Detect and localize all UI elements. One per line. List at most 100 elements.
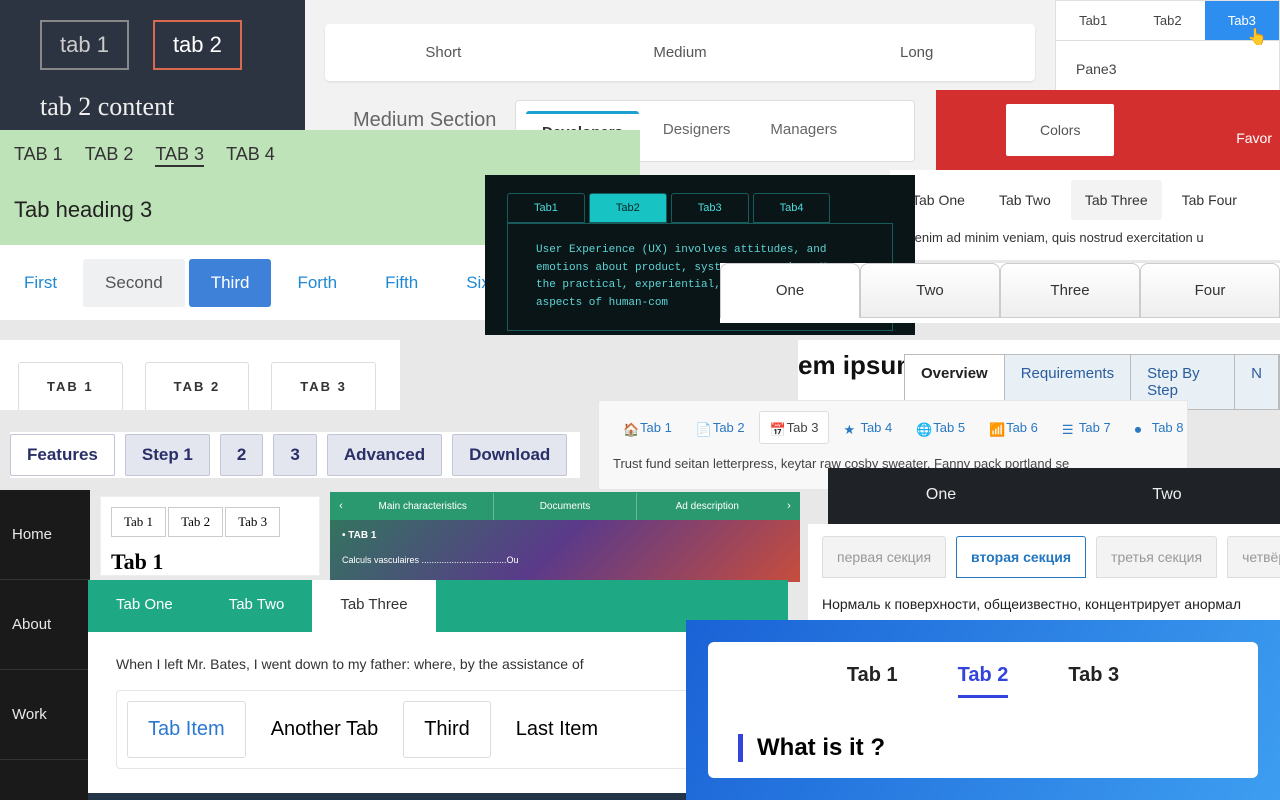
tab4[interactable]: Tab4 [753, 193, 831, 223]
tab-two[interactable]: Tab Two [985, 180, 1065, 220]
tab-four[interactable]: Tab Four [1168, 180, 1251, 220]
tab-advanced[interactable]: Advanced [327, 434, 442, 476]
subtab-managers[interactable]: Managers [754, 111, 853, 151]
tab3[interactable]: Tab 3 [225, 507, 280, 537]
signal-icon: 📶 [989, 422, 1001, 434]
tab-fifth[interactable]: Fifth [363, 259, 440, 307]
tab-main[interactable]: Main characteristics [352, 493, 493, 520]
tab-download[interactable]: Download [452, 434, 567, 476]
panel-russian-sections: первая секция вторая секция третья секци… [808, 524, 1280, 624]
panel-first-sixth: First Second Third Forth Fifth Sixth [0, 245, 485, 320]
tab4[interactable]: ★Tab 4 [833, 411, 902, 444]
tab-item[interactable]: Tab Item [127, 701, 246, 758]
tab-third[interactable]: Third [189, 259, 272, 307]
tab-four[interactable]: Four [1140, 263, 1280, 318]
last-item[interactable]: Last Item [495, 701, 619, 758]
tab1[interactable]: TAB 1 [18, 362, 123, 410]
calendar-icon: 📅 [770, 422, 782, 434]
tab2[interactable]: Tab 2 [168, 507, 223, 537]
pane-content: Pane3 [1056, 41, 1279, 97]
panel-gradient-stepper: ‹ Main characteristics Documents Ad desc… [330, 492, 800, 582]
tab-two[interactable]: Tab Two [201, 580, 313, 632]
tab-features[interactable]: Features [10, 434, 115, 476]
list-icon: ☰ [1062, 422, 1074, 434]
panel-teal-card: Tab One Tab Two Tab Three When I left Mr… [88, 580, 788, 800]
lorem-title: em ipsum [798, 350, 919, 381]
tab3[interactable]: Tab 3 [1068, 664, 1119, 698]
arrow-left-icon[interactable]: ‹ [330, 500, 352, 512]
nav-home[interactable]: Home [0, 490, 90, 580]
home-icon: 🏠 [623, 422, 635, 434]
tab2[interactable]: TAB 2 [85, 144, 134, 167]
tab1[interactable]: 🏠Tab 1 [613, 411, 682, 444]
tab2[interactable]: Tab 2 [958, 664, 1009, 698]
arrow-right-icon[interactable]: › [778, 500, 800, 512]
globe-icon: 🌐 [916, 422, 928, 434]
tab-ad[interactable]: Ad description [636, 493, 778, 520]
tab-fourth-section[interactable]: четвёрт [1227, 536, 1280, 578]
nav-about[interactable]: About [0, 580, 90, 670]
tab-three[interactable]: Tab Three [1071, 180, 1162, 220]
star-icon: ★ [843, 422, 855, 434]
content-text: Ut enim ad minim veniam, quis nostrud ex… [898, 230, 1272, 245]
tab1[interactable]: TAB 1 [14, 144, 63, 167]
tab-first[interactable]: First [2, 259, 79, 307]
tab-two[interactable]: Two [1054, 468, 1280, 524]
tab-documents[interactable]: Documents [493, 493, 635, 520]
tab-second[interactable]: Second [83, 259, 185, 307]
tab-two[interactable]: Two [860, 263, 1000, 318]
tab-three[interactable]: Tab Three [312, 580, 435, 632]
tab-favorites[interactable]: Favor [1236, 130, 1272, 146]
tab1[interactable]: Tab 1 [111, 507, 166, 537]
tab-short[interactable]: Short [325, 24, 562, 81]
tab1[interactable]: Tab 1 [847, 664, 898, 698]
tab-one[interactable]: One [720, 263, 860, 318]
tab-medium[interactable]: Medium [562, 24, 799, 81]
tab-step1[interactable]: Step 1 [125, 434, 210, 476]
tab6[interactable]: 📶Tab 6 [979, 411, 1048, 444]
tab-long[interactable]: Long [798, 24, 1035, 81]
tab1[interactable]: Tab1 [1056, 1, 1130, 40]
panel-tab-one-four: Tab One Tab Two Tab Three Tab Four Ut en… [890, 170, 1280, 260]
panel-serif-tabs: Tab 1 Tab 2 Tab 3 Tab 1 [100, 496, 320, 576]
third[interactable]: Third [403, 701, 491, 758]
tab3[interactable]: 📅Tab 3 [759, 411, 830, 444]
tab2[interactable]: Tab2 [1130, 1, 1204, 40]
tab-second-section[interactable]: вторая секция [956, 536, 1086, 578]
tab3[interactable]: Tab3 [1205, 1, 1279, 40]
tab-third-section[interactable]: третья секция [1096, 536, 1217, 578]
panel-dark-one-two: One Two [828, 468, 1280, 524]
tab-1[interactable]: tab 1 [40, 20, 129, 70]
subtab-label: • TAB 1 [330, 520, 800, 551]
tab5[interactable]: 🌐Tab 5 [906, 411, 975, 444]
tab8[interactable]: ⏺Tab 8 [1125, 411, 1194, 444]
nav-work[interactable]: Work [0, 670, 90, 760]
panel-features-steps: Features Step 1 2 3 Advanced Download [10, 432, 580, 478]
heading: Tab 1 [111, 549, 309, 575]
tab-three[interactable]: Three [1000, 263, 1140, 318]
tab2[interactable]: 📄Tab 2 [686, 411, 755, 444]
tab1[interactable]: Tab1 [507, 193, 585, 223]
tab-one[interactable]: Tab One [88, 580, 201, 632]
tab3[interactable]: TAB 3 [271, 362, 376, 410]
tab-forth[interactable]: Forth [275, 259, 359, 307]
record-icon: ⏺ [1135, 422, 1147, 434]
calc-line: Calculs vasculaires ....................… [330, 551, 800, 569]
subtab-designers[interactable]: Designers [647, 111, 747, 151]
tab-2[interactable]: 2 [220, 434, 263, 476]
tab3[interactable]: Tab3 [671, 193, 749, 223]
tab-colors[interactable]: Colors [1006, 104, 1114, 156]
tab-one[interactable]: One [828, 468, 1054, 524]
tab-first-section[interactable]: первая секция [822, 536, 946, 578]
tab7[interactable]: ☰Tab 7 [1052, 411, 1121, 444]
tab2[interactable]: Tab2 [589, 193, 667, 223]
tab-2[interactable]: tab 2 [153, 20, 242, 70]
tab4[interactable]: TAB 4 [226, 144, 275, 167]
tab-n[interactable]: N [1235, 355, 1279, 409]
tab3[interactable]: TAB 3 [155, 144, 204, 167]
tab2[interactable]: TAB 2 [145, 362, 250, 410]
tab-3[interactable]: 3 [273, 434, 316, 476]
panel-blue-gradient: Tab 1 Tab 2 Tab 3 What is it ? [686, 620, 1280, 800]
another-tab[interactable]: Another Tab [250, 701, 400, 758]
panel-dark-tab-boxes: tab 1 tab 2 tab 2 content [0, 0, 305, 135]
